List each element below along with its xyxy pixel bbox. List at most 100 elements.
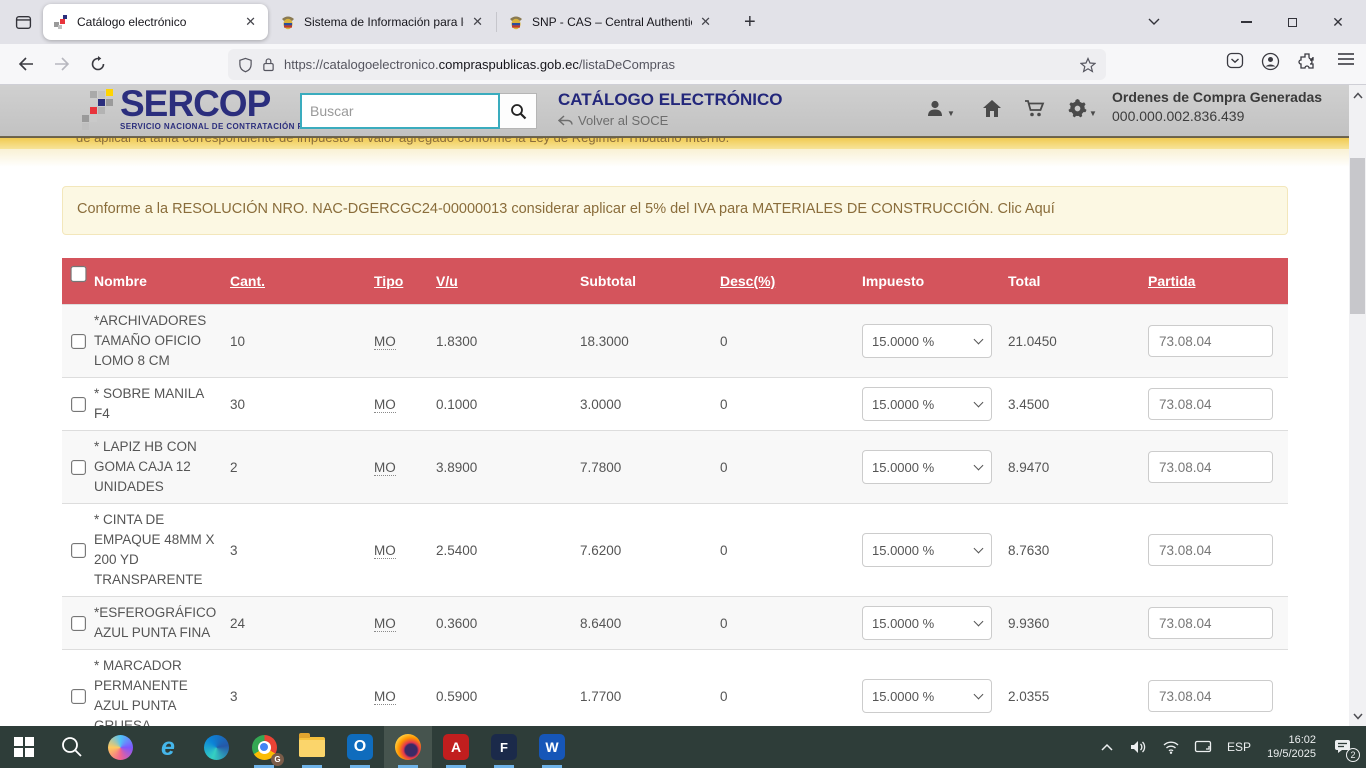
partida-input[interactable] <box>1148 607 1273 639</box>
clock-time: 16:02 <box>1267 733 1316 747</box>
minimize-button[interactable] <box>1230 6 1262 38</box>
taskbar-word[interactable]: W <box>528 726 576 768</box>
column-header-total: Total <box>1008 273 1148 289</box>
tab-snp-cas[interactable]: SNP - CAS – Central Authentica ✕ <box>498 4 723 40</box>
taskbar-acrobat[interactable]: A <box>432 726 480 768</box>
start-button[interactable] <box>0 726 48 768</box>
firefox-view-button[interactable] <box>8 7 38 37</box>
tipo-link[interactable]: MO <box>374 616 396 632</box>
column-header-partida[interactable]: Partida <box>1148 273 1195 289</box>
item-cantidad: 24 <box>230 616 374 631</box>
column-header-vu[interactable]: V/u <box>436 273 458 289</box>
page-scrollbar[interactable] <box>1349 85 1366 726</box>
page-viewport: SERCOP SERVICIO NACIONAL DE CONTRATACIÓN… <box>0 85 1366 726</box>
row-checkbox[interactable] <box>71 543 86 558</box>
tipo-link[interactable]: MO <box>374 543 396 559</box>
item-cantidad: 10 <box>230 334 374 349</box>
impuesto-select[interactable]: 15.0000 % <box>862 533 992 567</box>
item-total: 2.0355 <box>1008 689 1148 704</box>
taskbar-copilot[interactable] <box>96 726 144 768</box>
taskbar-chrome[interactable]: G <box>240 726 288 768</box>
notifications-button[interactable]: 2 <box>1328 732 1358 762</box>
impuesto-select[interactable]: 15.0000 % <box>862 679 992 713</box>
item-valor-unitario: 3.8900 <box>436 460 580 475</box>
column-header-cant[interactable]: Cant. <box>230 273 265 289</box>
home-button[interactable] <box>982 99 1002 118</box>
network-button[interactable] <box>1159 732 1183 762</box>
taskbar-edge[interactable] <box>192 726 240 768</box>
column-header-tipo[interactable]: Tipo <box>374 273 403 289</box>
impuesto-select[interactable]: 15.0000 % <box>862 324 992 358</box>
tipo-link[interactable]: MO <box>374 334 396 350</box>
partida-input[interactable] <box>1148 451 1273 483</box>
row-checkbox[interactable] <box>71 616 86 631</box>
tab-catalogo-electronico[interactable]: Catálogo electrónico ✕ <box>43 4 268 40</box>
partida-input[interactable] <box>1148 534 1273 566</box>
row-checkbox[interactable] <box>71 460 86 475</box>
forward-button[interactable] <box>48 50 76 78</box>
menu-hamburger-icon[interactable] <box>1338 52 1354 66</box>
maximize-button[interactable] <box>1276 6 1308 38</box>
extensions-puzzle-icon[interactable] <box>1298 52 1316 70</box>
search-button[interactable] <box>500 93 537 129</box>
language-indicator[interactable]: ESP <box>1223 740 1255 754</box>
url-bar[interactable]: https://catalogoelectronico.compraspubli… <box>228 49 1106 80</box>
back-button[interactable] <box>12 50 40 78</box>
settings-menu-button[interactable]: ▼ <box>1068 99 1097 118</box>
taskbar-forticlient[interactable]: F <box>480 726 528 768</box>
tipo-link[interactable]: MO <box>374 689 396 705</box>
home-icon <box>982 99 1002 118</box>
select-all-checkbox[interactable] <box>70 265 86 283</box>
browser-tabstrip: Catálogo electrónico ✕ Sistema de Inform… <box>0 0 1366 44</box>
tab-close-icon[interactable]: ✕ <box>470 14 485 30</box>
notice-clic-aqui-link[interactable]: Clic Aquí <box>998 201 1055 217</box>
edge-icon <box>204 735 229 760</box>
volver-al-soce-link[interactable]: Volver al SOCE <box>558 113 668 128</box>
column-header-desc[interactable]: Desc(%) <box>720 273 775 289</box>
account-icon[interactable] <box>1261 52 1280 71</box>
tipo-link[interactable]: MO <box>374 397 396 413</box>
search-input[interactable] <box>300 93 500 129</box>
show-hidden-icons-button[interactable] <box>1095 732 1119 762</box>
reload-button[interactable] <box>84 50 112 78</box>
partida-input[interactable] <box>1148 325 1273 357</box>
taskbar-search-button[interactable] <box>48 726 96 768</box>
scroll-down-icon[interactable] <box>1349 708 1366 724</box>
partida-input[interactable] <box>1148 680 1273 712</box>
taskbar-file-explorer[interactable] <box>288 726 336 768</box>
row-checkbox[interactable] <box>71 334 86 349</box>
cart-button[interactable] <box>1024 99 1046 118</box>
sercop-header: SERCOP SERVICIO NACIONAL DE CONTRATACIÓN… <box>0 85 1349 137</box>
scrollbar-thumb[interactable] <box>1350 158 1365 314</box>
cast-display-button[interactable] <box>1191 732 1215 762</box>
volume-button[interactable] <box>1127 732 1151 762</box>
close-button[interactable]: ✕ <box>1322 6 1354 38</box>
impuesto-select[interactable]: 15.0000 % <box>862 450 992 484</box>
impuesto-select-wrap: 15.0000 % <box>862 450 992 484</box>
shield-icon[interactable] <box>238 57 253 73</box>
reload-icon <box>90 56 106 72</box>
new-tab-button[interactable]: + <box>738 11 762 34</box>
row-checkbox[interactable] <box>71 689 86 704</box>
tab-close-icon[interactable]: ✕ <box>698 14 713 30</box>
tipo-link[interactable]: MO <box>374 460 396 476</box>
scroll-up-icon[interactable] <box>1349 87 1366 103</box>
lock-icon[interactable] <box>262 57 275 72</box>
impuesto-select[interactable]: 15.0000 % <box>862 606 992 640</box>
pocket-icon[interactable] <box>1226 52 1244 69</box>
row-checkbox[interactable] <box>71 397 86 412</box>
list-all-tabs-button[interactable] <box>1138 6 1170 38</box>
user-menu-button[interactable]: ▼ <box>926 99 955 118</box>
tab-close-icon[interactable]: ✕ <box>243 14 258 30</box>
display-icon <box>1194 740 1212 755</box>
bookmark-star-icon[interactable] <box>1080 57 1096 73</box>
taskbar-outlook[interactable]: O <box>336 726 384 768</box>
browser-navbar: https://catalogoelectronico.compraspubli… <box>0 44 1366 85</box>
impuesto-select[interactable]: 15.0000 % <box>862 387 992 421</box>
clock[interactable]: 16:02 19/5/2025 <box>1263 733 1320 761</box>
taskbar-internet-explorer[interactable]: e <box>144 726 192 768</box>
taskbar-firefox[interactable] <box>384 726 432 768</box>
purchase-list-table: Nombre Cant. Tipo V/u Subtotal Desc(%) I… <box>62 258 1288 726</box>
tab-sistema-informacion[interactable]: Sistema de Información para lo ✕ <box>270 4 495 40</box>
partida-input[interactable] <box>1148 388 1273 420</box>
